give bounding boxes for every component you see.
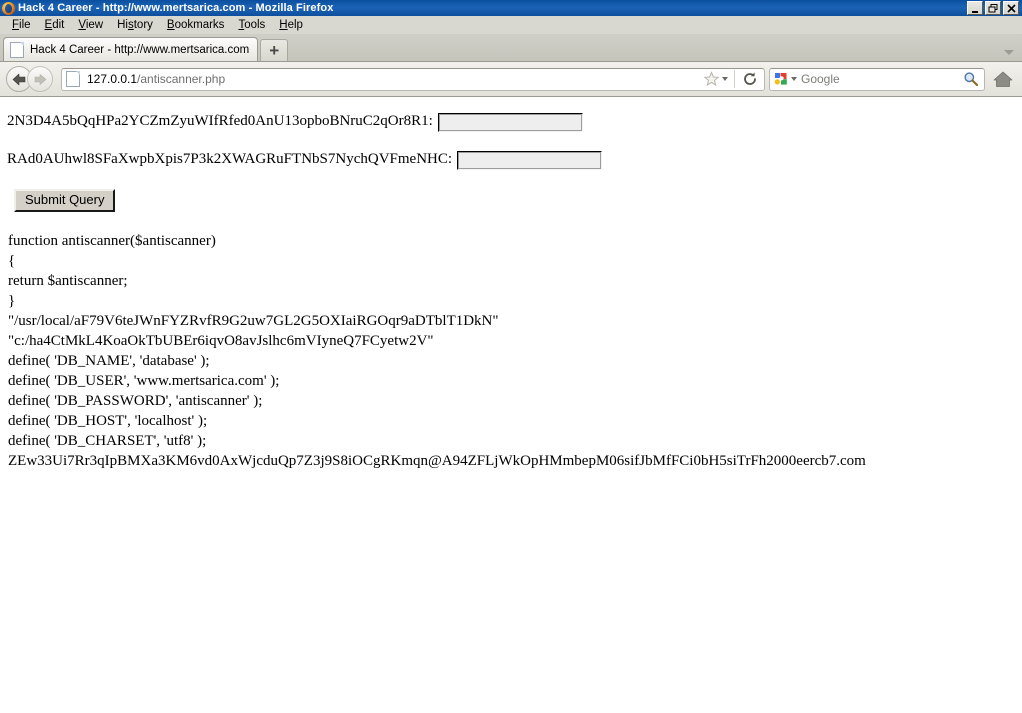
- field1-input[interactable]: [437, 112, 583, 132]
- close-button[interactable]: [1003, 1, 1019, 15]
- code-line: "c:/ha4CtMkL4KoaOkTbUBEr6iqvO8avJslhc6mV…: [8, 333, 434, 350]
- menu-view[interactable]: View: [72, 18, 111, 32]
- url-text: 127.0.0.1/antiscanner.php: [87, 72, 703, 86]
- code-line: {: [8, 253, 16, 270]
- chevron-down-icon[interactable]: [722, 77, 728, 81]
- site-icon: [66, 71, 80, 87]
- home-icon: [993, 71, 1013, 87]
- field1-label: 2N3D4A5bQqHPa2YCZmZyuWIfRfed0AnU13opboBN…: [7, 113, 433, 130]
- url-host: 127.0.0.1: [87, 72, 138, 86]
- search-bar[interactable]: Google: [769, 67, 985, 91]
- form-row-1: 2N3D4A5bQqHPa2YCZmZyuWIfRfed0AnU13opboBN…: [7, 105, 1022, 139]
- code-line: ZEw33Ui7Rr3qIpBMXa3KM6vd0AxWjcduQp7Z3j9S…: [8, 453, 866, 470]
- new-tab-button[interactable]: +: [260, 39, 289, 61]
- address-bar[interactable]: 127.0.0.1/antiscanner.php: [61, 67, 765, 91]
- reload-icon: [744, 72, 756, 85]
- navigation-toolbar: 127.0.0.1/antiscanner.php Google: [0, 62, 1022, 97]
- google-icon: [774, 72, 788, 86]
- back-arrow-icon: [12, 73, 25, 85]
- menubar: File Edit View History Bookmarks Tools H…: [0, 16, 1022, 35]
- firefox-icon: [2, 1, 15, 15]
- php-output-block: function antiscanner($antiscanner) { ret…: [7, 231, 1022, 471]
- page-icon: [10, 41, 24, 58]
- code-line: define( 'DB_USER', 'www.mertsarica.com' …: [8, 373, 280, 390]
- menu-file[interactable]: File: [6, 18, 39, 32]
- code-line: define( 'DB_PASSWORD', 'antiscanner' );: [8, 393, 263, 410]
- code-line: define( 'DB_HOST', 'localhost' );: [8, 413, 208, 430]
- field2-input[interactable]: [457, 150, 603, 170]
- forward-arrow-icon: [34, 73, 46, 85]
- window-controls: [967, 1, 1021, 15]
- field2-label: RAd0AUhwl8SFaXwpbXpis7P3k2XWAGRuFTNbS7Ny…: [7, 151, 453, 168]
- code-line: define( 'DB_NAME', 'database' );: [8, 353, 210, 370]
- menu-edit[interactable]: Edit: [39, 18, 73, 32]
- list-all-tabs-icon[interactable]: [1004, 50, 1014, 55]
- bookmark-control[interactable]: [703, 71, 731, 87]
- toolbar-divider: [734, 70, 735, 88]
- code-line: }: [8, 293, 16, 310]
- tab-label: Hack 4 Career - http://www.mertsarica.co…: [30, 43, 250, 56]
- menu-tools[interactable]: Tools: [232, 18, 273, 32]
- menu-help[interactable]: Help: [273, 18, 311, 32]
- star-icon: [703, 71, 720, 87]
- code-line: define( 'DB_CHARSET', 'utf8' );: [8, 433, 207, 450]
- magnifier-icon: [964, 72, 979, 87]
- page-content: 2N3D4A5bQqHPa2YCZmZyuWIfRfed0AnU13opboBN…: [0, 97, 1022, 472]
- reload-button[interactable]: [738, 71, 762, 87]
- maximize-button[interactable]: [985, 1, 1001, 15]
- submit-query-button[interactable]: Submit Query: [14, 189, 116, 213]
- tab-active[interactable]: Hack 4 Career - http://www.mertsarica.co…: [3, 37, 259, 61]
- search-input[interactable]: Google: [797, 72, 963, 86]
- url-path: /antiscanner.php: [137, 72, 226, 86]
- window-titlebar: Hack 4 Career - http://www.mertsarica.co…: [0, 0, 1022, 16]
- search-go-button[interactable]: [963, 71, 981, 87]
- tab-strip: Hack 4 Career - http://www.mertsarica.co…: [0, 35, 1022, 62]
- code-line: function antiscanner($antiscanner): [8, 233, 216, 250]
- forward-button: [27, 66, 53, 92]
- code-line: return $antiscanner;: [8, 273, 128, 290]
- menu-history[interactable]: History: [111, 18, 161, 32]
- home-button[interactable]: [990, 67, 1016, 91]
- menu-bookmarks[interactable]: Bookmarks: [161, 18, 233, 32]
- code-line: "/usr/local/aF79V6teJWnFYZRvfR9G2uw7GL2G…: [8, 313, 499, 330]
- form-row-2: RAd0AUhwl8SFaXwpbXpis7P3k2XWAGRuFTNbS7Ny…: [7, 143, 1022, 177]
- window-title: Hack 4 Career - http://www.mertsarica.co…: [18, 2, 334, 14]
- minimize-button[interactable]: [967, 1, 983, 15]
